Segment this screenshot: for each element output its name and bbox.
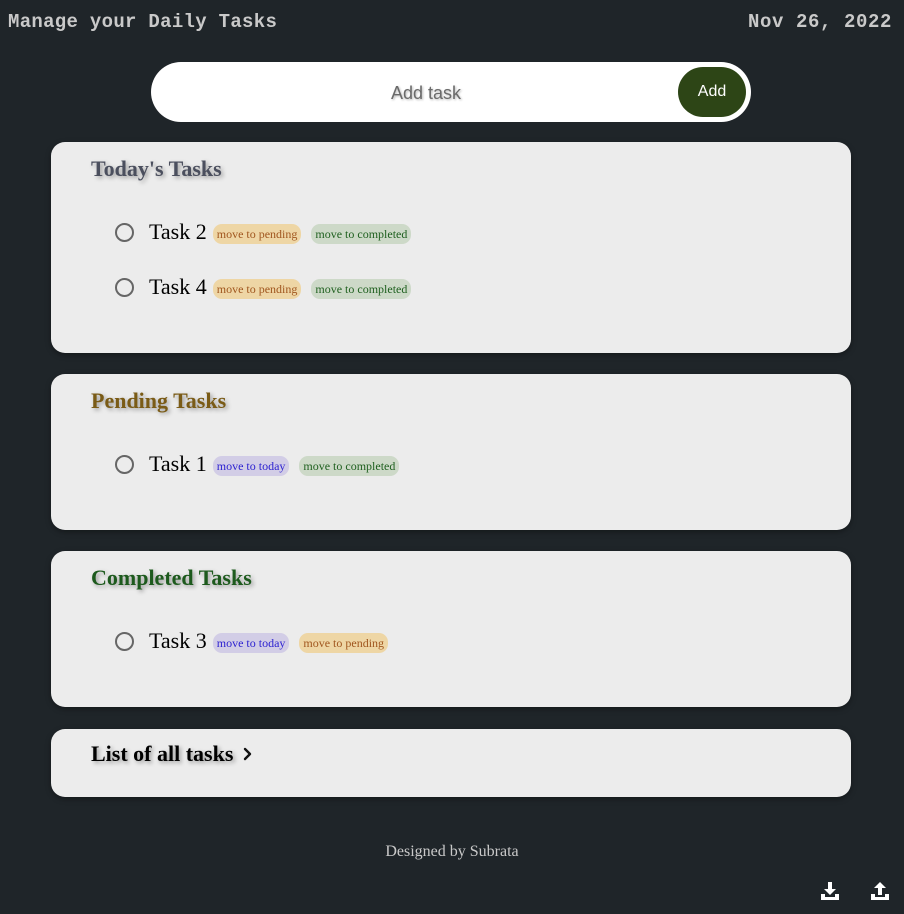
add-task-button[interactable]: Add [678, 67, 746, 117]
move-to-today-button[interactable]: move to today [212, 456, 290, 476]
all-tasks-link[interactable]: List of all tasks [91, 741, 253, 767]
task-row: Task 1 move to today move to completed [115, 450, 409, 478]
task-name: Task 4 [149, 274, 207, 299]
all-tasks-label: List of all tasks [91, 741, 234, 766]
task-row: Task 2 move to pending move to completed [115, 218, 421, 246]
task-radio[interactable] [115, 631, 134, 651]
move-to-pending-button[interactable]: move to pending [212, 279, 302, 299]
move-to-pending-button[interactable]: move to pending [299, 633, 389, 653]
current-date: Nov 26, 2022 [747, 11, 892, 33]
move-to-completed-button[interactable]: move to completed [299, 456, 400, 476]
download-icon[interactable] [819, 880, 841, 902]
top-bar: Manage your Daily Tasks Nov 26, 2022 [0, 0, 904, 46]
today-tasks-card: Today's Tasks Task 2 move to pending mov… [51, 142, 851, 353]
all-tasks-card: List of all tasks [51, 729, 851, 797]
move-to-pending-button[interactable]: move to pending [212, 224, 302, 244]
today-tasks-title: Today's Tasks [91, 156, 222, 181]
task-name: Task 3 [149, 628, 207, 653]
move-to-completed-button[interactable]: move to completed [311, 279, 412, 299]
task-row: Task 3 move to today move to pending [115, 627, 398, 655]
move-to-completed-button[interactable]: move to completed [311, 224, 412, 244]
task-row: Task 4 move to pending move to completed [115, 273, 421, 301]
chevron-right-icon [243, 747, 253, 761]
completed-tasks-card: Completed Tasks Task 3 move to today mov… [51, 551, 851, 707]
pending-tasks-title: Pending Tasks [91, 388, 227, 413]
task-radio[interactable] [115, 454, 134, 474]
task-radio[interactable] [115, 222, 134, 242]
task-name: Task 1 [149, 451, 207, 476]
footer-credit: Designed by Subrata [385, 843, 519, 860]
task-radio[interactable] [115, 277, 134, 297]
completed-tasks-title: Completed Tasks [91, 565, 252, 590]
move-to-today-button[interactable]: move to today [212, 633, 290, 653]
upload-icon[interactable] [869, 880, 891, 902]
add-task-input[interactable] [171, 72, 681, 114]
task-name: Task 2 [149, 219, 207, 244]
add-task-bar: Add [151, 62, 751, 122]
pending-tasks-card: Pending Tasks Task 1 move to today move … [51, 374, 851, 530]
app-title: Manage your Daily Tasks [8, 11, 278, 33]
